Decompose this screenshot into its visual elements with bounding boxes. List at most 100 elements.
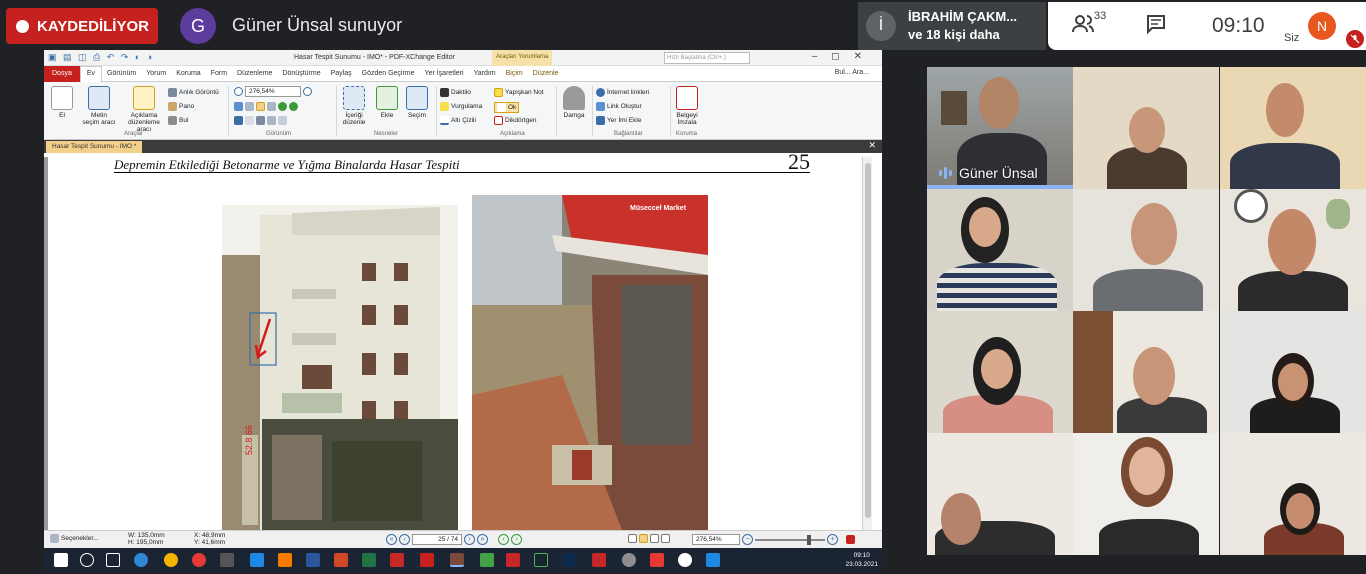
add-bookmark-button[interactable]: Yer İmi Ekle (596, 116, 641, 125)
sticky-note-button[interactable]: Yapışkan Not (494, 88, 544, 97)
menu-yorum[interactable]: Yorum (141, 70, 171, 77)
close-tab-icon[interactable]: ✕ (868, 140, 876, 151)
sign-document-button[interactable]: Belgeyi İmzala (674, 86, 700, 126)
zoom-slider[interactable] (755, 534, 825, 545)
camtasia-icon[interactable] (480, 553, 494, 567)
status-zoom-in-icon[interactable]: + (827, 534, 838, 545)
last-page-icon[interactable]: » (477, 534, 488, 545)
app-circle-icon[interactable] (678, 553, 692, 567)
people-icon[interactable] (1072, 14, 1094, 39)
menu-gozden-gecirme[interactable]: Gözden Geçirme (357, 70, 420, 77)
page-counter[interactable]: 25 / 74 (412, 534, 462, 545)
participant-preview[interactable]: İ İBRAHİM ÇAKM... ve 18 kişi daha (858, 2, 1046, 50)
add-button[interactable]: Ekle (374, 86, 400, 119)
word-icon[interactable] (306, 553, 320, 567)
underline-button[interactable]: Altı Çizili (440, 116, 476, 125)
excel-icon[interactable] (362, 553, 376, 567)
task-view-icon[interactable] (106, 553, 120, 567)
video-tile[interactable] (1073, 189, 1219, 311)
video-tile[interactable] (1073, 311, 1219, 433)
status-zoom-out-icon[interactable]: − (742, 534, 753, 545)
app-green-icon[interactable] (534, 553, 548, 567)
highlight-button[interactable]: Vurgulama (440, 102, 482, 111)
menu-ev[interactable]: Ev (79, 65, 103, 82)
vlc-icon[interactable] (278, 553, 292, 567)
continuous-page-icon[interactable] (639, 534, 648, 543)
status-zoom-select[interactable]: 276,54% (692, 534, 740, 545)
scroll-thumb[interactable] (865, 163, 871, 518)
view-tools-row-1[interactable] (234, 102, 298, 111)
clipboard-button[interactable]: Pano (168, 102, 194, 111)
typewriter-button[interactable]: Daktilo (440, 88, 471, 97)
find-button[interactable]: Bul (168, 116, 188, 125)
arrow-button[interactable]: Ok (494, 102, 520, 113)
back-view-icon[interactable]: ‹ (498, 534, 509, 545)
menu-gorunum[interactable]: Görünüm (102, 70, 141, 77)
selection-button[interactable]: Seçim (404, 86, 430, 119)
self-avatar[interactable]: N (1308, 12, 1336, 40)
zoom-slider-handle[interactable] (807, 534, 811, 545)
video-tile[interactable] (1073, 67, 1219, 189)
menu-dosya[interactable]: Dosya (44, 65, 80, 82)
next-page-icon[interactable]: › (464, 534, 475, 545)
pdf-xchange-icon[interactable] (390, 553, 404, 567)
menu-duzenleme[interactable]: Düzenleme (232, 70, 277, 77)
menu-koruma[interactable]: Koruma (171, 70, 206, 77)
menu-duzenle[interactable]: Düzenle (528, 70, 564, 77)
settings-icon[interactable] (622, 553, 636, 567)
app-blue-icon[interactable] (706, 553, 720, 567)
acrobat-reader-icon[interactable] (592, 553, 606, 567)
recording-badge[interactable]: KAYDEDİLİYOR (6, 8, 158, 44)
quick-launch-search[interactable]: Hızlı Başlatma (Ctrl+.) (664, 52, 750, 64)
active-app-icon[interactable] (450, 553, 464, 567)
mail-icon[interactable] (250, 553, 264, 567)
window-controls[interactable]: –◻✕ (812, 51, 876, 62)
menu-form[interactable]: Form (206, 70, 232, 77)
facing-page-icon[interactable] (650, 534, 659, 543)
video-tile[interactable] (1220, 189, 1366, 311)
calculator-icon[interactable] (220, 553, 234, 567)
rectangle-button[interactable]: Dikdörtgen (494, 116, 536, 125)
hand-tool-button[interactable]: El (50, 86, 74, 119)
opera-icon[interactable] (192, 553, 206, 567)
chat-icon[interactable] (1146, 14, 1166, 39)
video-tile[interactable] (1073, 433, 1219, 555)
windows-start-icon[interactable] (54, 553, 68, 567)
video-tile[interactable] (927, 311, 1073, 433)
menu-paylas[interactable]: Paylaş (326, 70, 357, 77)
text-select-button[interactable]: Metin seçim aracı (78, 86, 120, 126)
view-tools-row-2[interactable] (234, 116, 287, 125)
menu-donusturme[interactable]: Dönüştürme (277, 70, 325, 77)
prev-page-icon[interactable]: ‹ (399, 534, 410, 545)
zoom-select[interactable]: 276,54% (234, 86, 312, 97)
first-page-icon[interactable]: « (386, 534, 397, 545)
yandex-icon[interactable] (650, 553, 664, 567)
web-links-button[interactable]: İnternet linkleri (596, 88, 649, 97)
facing-continuous-icon[interactable] (661, 534, 670, 543)
single-page-icon[interactable] (628, 534, 637, 543)
forward-view-icon[interactable]: › (511, 534, 522, 545)
comment-edit-button[interactable]: Açıklama düzenleme aracı (122, 86, 166, 133)
video-tile[interactable] (927, 433, 1073, 555)
quick-access-toolbar[interactable]: ▣ ▤ ◫ ⎙ ↶ ↷ ◐ ◑ (48, 52, 154, 63)
video-tile-speaker[interactable]: Güner Ünsal (927, 67, 1073, 189)
edit-content-button[interactable]: İçeriği düzenle (340, 86, 368, 126)
search-icon[interactable] (80, 553, 94, 567)
photoshop-icon[interactable] (562, 553, 576, 567)
document-tab[interactable]: Hasar Tespit Sunumu - IMO * (46, 141, 143, 153)
chrome-icon[interactable] (164, 553, 178, 567)
video-tile[interactable] (1220, 67, 1366, 189)
powerpoint-icon[interactable] (334, 553, 348, 567)
video-tile[interactable] (1220, 311, 1366, 433)
create-link-button[interactable]: Link Oluştur (596, 102, 642, 111)
menu-yardim[interactable]: Yardım (469, 70, 501, 77)
document-viewport[interactable]: Depremin Etkilediği Betonarme ve Yığma B… (44, 149, 882, 530)
edge-icon[interactable] (134, 553, 148, 567)
vertical-scrollbar[interactable] (862, 157, 872, 530)
menu-yer-isaretleri[interactable]: Yer İşaretleri (420, 70, 469, 77)
menu-bicim[interactable]: Biçim (501, 70, 528, 77)
app-red-icon[interactable] (420, 553, 434, 567)
video-tile[interactable] (927, 189, 1073, 311)
find-search-links[interactable]: Bul... Ara... (830, 69, 874, 76)
acrobat-icon[interactable] (506, 553, 520, 567)
